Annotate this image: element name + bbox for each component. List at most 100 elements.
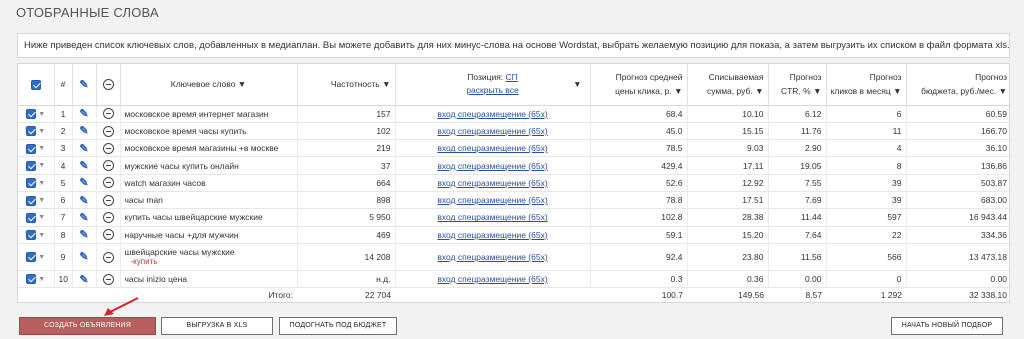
minus-circle-icon[interactable] bbox=[102, 142, 114, 154]
keyword-cell[interactable]: московское время интернет магазин bbox=[119, 105, 297, 123]
minus-circle-icon[interactable] bbox=[102, 251, 114, 263]
row-checkbox[interactable] bbox=[26, 126, 37, 137]
position-cell[interactable]: вход спецразмещение (65x) bbox=[394, 243, 590, 271]
fit-budget-button[interactable]: ПОДОГНАТЬ ПОД БЮДЖЕТ bbox=[279, 317, 397, 335]
pencil-icon[interactable]: ✎ bbox=[79, 142, 88, 155]
pencil-icon[interactable]: ✎ bbox=[79, 273, 88, 286]
row-checkbox[interactable] bbox=[26, 160, 37, 171]
position-cell[interactable]: вход спецразмещение (65x) bbox=[394, 191, 590, 209]
keyword-cell[interactable]: мужские часы купить онлайн bbox=[119, 156, 297, 175]
edit-cell[interactable]: ✎ bbox=[71, 226, 96, 244]
keyword-cell[interactable]: наручные часы +для мужчин bbox=[119, 226, 297, 244]
minus-circle-icon[interactable] bbox=[102, 273, 114, 285]
chevron-down-icon[interactable]: ▼ bbox=[38, 180, 45, 187]
keyword-cell[interactable]: московское время часы купить bbox=[119, 122, 297, 140]
chevron-down-icon[interactable]: ▼ bbox=[38, 232, 45, 239]
row-select-cell[interactable]: ▼ bbox=[18, 140, 54, 157]
edit-cell[interactable]: ✎ bbox=[71, 191, 96, 209]
row-checkbox[interactable] bbox=[26, 195, 37, 206]
minus-circle-icon[interactable] bbox=[102, 108, 114, 120]
edit-cell[interactable]: ✎ bbox=[71, 270, 96, 288]
position-cell[interactable]: вход спецразмещение (65x) bbox=[394, 139, 590, 157]
export-xls-button[interactable]: ВЫГРУЗКА В XLS bbox=[161, 317, 273, 335]
row-select-cell[interactable]: ▼ bbox=[18, 209, 54, 226]
chevron-down-icon[interactable]: ▼ bbox=[573, 78, 581, 91]
minus-cell[interactable] bbox=[95, 208, 120, 227]
pencil-icon[interactable]: ✎ bbox=[79, 228, 88, 241]
minus-cell[interactable] bbox=[95, 139, 120, 157]
chevron-down-icon[interactable]: ▼ bbox=[38, 276, 45, 283]
keyword-cell[interactable]: watch магазин часов bbox=[119, 174, 297, 192]
chevron-down-icon[interactable]: ▼ bbox=[38, 128, 45, 135]
position-cell[interactable]: вход спецразмещение (65x) bbox=[394, 226, 590, 244]
row-checkbox[interactable] bbox=[26, 252, 37, 263]
keyword-cell[interactable]: купить часы швейцарские мужские bbox=[119, 208, 297, 227]
minus-circle-icon[interactable] bbox=[102, 125, 114, 137]
minus-cell[interactable] bbox=[95, 174, 120, 192]
row-checkbox[interactable] bbox=[26, 109, 37, 120]
row-checkbox[interactable] bbox=[26, 230, 37, 241]
position-link[interactable]: вход спецразмещение (65x) bbox=[437, 274, 547, 284]
row-checkbox[interactable] bbox=[26, 274, 37, 285]
minus-word[interactable]: -купить bbox=[125, 257, 293, 267]
select-all-checkbox[interactable] bbox=[30, 79, 41, 90]
minus-cell[interactable] bbox=[95, 270, 120, 288]
row-checkbox[interactable] bbox=[26, 178, 37, 189]
minus-circle-icon[interactable] bbox=[102, 160, 114, 172]
budget-header[interactable]: Прогноз бюджета, руб./мес. ▼ bbox=[905, 64, 1011, 106]
keyword-cell[interactable]: московское время магазины +в москве bbox=[119, 139, 297, 157]
minus-circle-icon[interactable] bbox=[102, 194, 114, 206]
edit-cell[interactable]: ✎ bbox=[71, 208, 96, 227]
row-select-cell[interactable]: ▼ bbox=[18, 105, 54, 122]
position-link[interactable]: вход спецразмещение (65x) bbox=[437, 178, 547, 188]
row-select-cell[interactable]: ▼ bbox=[18, 174, 54, 191]
minus-cell[interactable] bbox=[95, 105, 120, 123]
position-cell[interactable]: вход спецразмещение (65x) bbox=[394, 208, 590, 227]
position-link[interactable]: вход спецразмещение (65x) bbox=[437, 126, 547, 136]
row-select-cell[interactable]: ▼ bbox=[18, 157, 54, 174]
row-select-cell[interactable]: ▼ bbox=[18, 243, 54, 270]
minus-circle-icon[interactable] bbox=[102, 212, 114, 224]
chevron-down-icon[interactable]: ▼ bbox=[38, 111, 45, 118]
position-link[interactable]: вход спецразмещение (65x) bbox=[437, 109, 547, 119]
position-cell[interactable]: вход спецразмещение (65x) bbox=[394, 174, 590, 192]
position-cell[interactable]: вход спецразмещение (65x) bbox=[394, 122, 590, 140]
position-header[interactable]: Позиция: СП раскрыть все ▼ bbox=[394, 64, 590, 106]
row-select-cell[interactable]: ▼ bbox=[18, 122, 54, 139]
minus-cell[interactable] bbox=[95, 156, 120, 175]
edit-cell[interactable]: ✎ bbox=[71, 139, 96, 157]
clicks-header[interactable]: Прогноз кликов в месяц ▼ bbox=[825, 64, 906, 106]
chevron-down-icon[interactable]: ▼ bbox=[38, 214, 45, 221]
row-select-cell[interactable]: ▼ bbox=[18, 191, 54, 208]
position-link[interactable]: вход спецразмещение (65x) bbox=[437, 195, 547, 205]
position-select-link[interactable]: СП bbox=[506, 72, 518, 82]
position-link[interactable]: вход спецразмещение (65x) bbox=[437, 212, 547, 222]
edit-cell[interactable]: ✎ bbox=[71, 156, 96, 175]
pencil-icon[interactable]: ✎ bbox=[79, 250, 88, 263]
new-selection-button[interactable]: НАЧАТЬ НОВЫЙ ПОДБОР bbox=[891, 317, 1003, 335]
keyword-cell[interactable]: швейцарские часы мужские -купить bbox=[119, 243, 297, 271]
chevron-down-icon[interactable]: ▼ bbox=[38, 162, 45, 169]
chevron-down-icon[interactable]: ▼ bbox=[38, 254, 45, 261]
keyword-header[interactable]: Ключевое слово ▼ bbox=[119, 64, 297, 106]
chevron-down-icon[interactable]: ▼ bbox=[38, 145, 45, 152]
edit-cell[interactable]: ✎ bbox=[71, 174, 96, 192]
frequency-header[interactable]: Частотность ▼ bbox=[296, 64, 395, 106]
position-cell[interactable]: вход спецразмещение (65x) bbox=[394, 156, 590, 175]
row-select-cell[interactable]: ▼ bbox=[18, 226, 54, 243]
position-link[interactable]: вход спецразмещение (65x) bbox=[437, 252, 547, 262]
position-link[interactable]: вход спецразмещение (65x) bbox=[437, 161, 547, 171]
pencil-icon[interactable]: ✎ bbox=[79, 211, 88, 224]
row-select-cell[interactable]: ▼ bbox=[18, 270, 54, 287]
charged-header[interactable]: Списываемая сумма, руб. ▼ bbox=[686, 64, 768, 106]
keyword-cell[interactable]: часы man bbox=[119, 191, 297, 209]
position-cell[interactable]: вход спецразмещение (65x) bbox=[394, 105, 590, 123]
edit-cell[interactable]: ✎ bbox=[71, 122, 96, 140]
edit-cell[interactable]: ✎ bbox=[71, 243, 96, 271]
expand-all-link[interactable]: раскрыть все bbox=[466, 85, 518, 95]
minus-cell[interactable] bbox=[95, 226, 120, 244]
minus-circle-icon[interactable] bbox=[102, 177, 114, 189]
row-checkbox[interactable] bbox=[26, 143, 37, 154]
edit-cell[interactable]: ✎ bbox=[71, 105, 96, 123]
pencil-icon[interactable]: ✎ bbox=[79, 176, 88, 189]
